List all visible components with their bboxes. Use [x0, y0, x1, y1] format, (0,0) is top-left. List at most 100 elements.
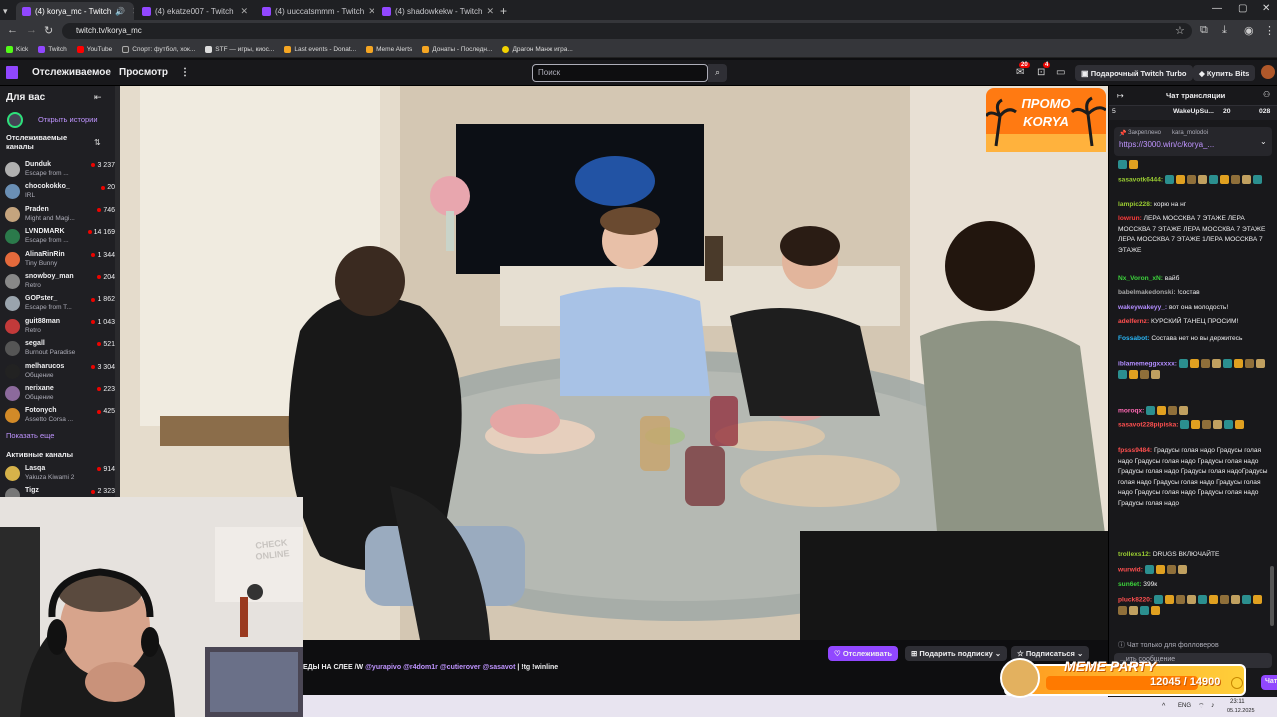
sidebar-active-channel-item[interactable]: Tigz 2 323: [5, 486, 115, 497]
chat-username[interactable]: Fossabot:: [1118, 335, 1150, 342]
chat-message[interactable]: sasavotk6444:: [1118, 175, 1268, 186]
buy-bits-button[interactable]: ◆ Купить Bits: [1193, 65, 1256, 81]
user-avatar[interactable]: [1261, 65, 1275, 79]
gift-turbo-button[interactable]: ▣ Подарочный Twitch Turbo: [1075, 65, 1193, 81]
bookmark-star-icon[interactable]: ☆: [1175, 24, 1185, 37]
open-stories-link[interactable]: Открыть истории: [38, 115, 98, 124]
close-icon[interactable]: ✕: [368, 6, 374, 17]
chat-username[interactable]: pluck8220:: [1118, 596, 1152, 603]
collapse-chat-icon[interactable]: ↦: [1117, 91, 1124, 100]
volume-icon[interactable]: ♪: [1211, 702, 1215, 709]
sidebar-channel-item[interactable]: Praden Might and Magi... 746: [5, 205, 115, 227]
bookmark-meme-alerts[interactable]: Meme Alerts: [366, 46, 412, 53]
bookmark-twitch[interactable]: Twitch: [38, 46, 67, 53]
chat-username[interactable]: sasavotk6444:: [1118, 176, 1163, 183]
mention-link[interactable]: @sasavot: [483, 664, 516, 671]
follow-button[interactable]: ♡ Отслеживать: [828, 646, 899, 661]
chat-username[interactable]: moroqx:: [1118, 407, 1144, 414]
back-icon[interactable]: ←: [7, 24, 18, 36]
bookmark-stf[interactable]: STF — игры, киос...: [205, 46, 274, 53]
chat-username[interactable]: lowrun:: [1118, 215, 1142, 222]
chat-message[interactable]: babelmakedonski: !состав: [1118, 288, 1268, 299]
close-icon[interactable]: ✕: [132, 6, 134, 17]
browser-tab[interactable]: (4) shadowkekw - Twitch ✕: [376, 2, 494, 20]
chat-message[interactable]: pluck8220:: [1118, 595, 1268, 617]
chat-message[interactable]: sasavot228pipiska:: [1118, 420, 1268, 431]
language-indicator[interactable]: ENG: [1178, 703, 1191, 709]
mention-link[interactable]: @yurapivo: [365, 664, 401, 671]
chat-username[interactable]: Nx_Voron_xN:: [1118, 275, 1163, 282]
chat-scrollbar[interactable]: [1270, 566, 1274, 626]
chat-message[interactable]: lampic228: корю на нг: [1118, 200, 1268, 211]
show-more-link[interactable]: Показать еще: [6, 431, 54, 440]
bookmark-dragon[interactable]: Драгон Манж игра...: [502, 46, 573, 53]
chat-message[interactable]: trollexs12: DRUGS ВКЛЮЧАЙТЕ: [1118, 550, 1268, 561]
browser-tab[interactable]: (4) uuccatsmmm - Twitch ✕: [256, 2, 374, 20]
chat-username[interactable]: trollexs12:: [1118, 551, 1151, 558]
chat-username[interactable]: lampic228:: [1118, 201, 1152, 208]
sidebar-channel-item[interactable]: chocokokko_ IRL 20: [5, 182, 115, 204]
nav-following[interactable]: Отслеживаемое: [32, 67, 111, 78]
bookmark-sport[interactable]: Спорт: футбол, хок...: [122, 46, 195, 53]
notifications-icon[interactable]: ✉: [1016, 67, 1024, 78]
maximize-icon[interactable]: ▢: [1238, 3, 1247, 14]
search-icon[interactable]: ⌕: [708, 64, 727, 82]
nav-browse[interactable]: Просмотр: [119, 67, 168, 78]
browser-tab[interactable]: (4) korya_mc - Twitch 🔊 ✕: [16, 2, 134, 20]
chat-message[interactable]: adelfernz: КУРСКИЙ ТАНЕЦ ПРОСИМ!: [1118, 317, 1268, 328]
nav-more-icon[interactable]: ⋮: [180, 67, 190, 78]
chat-message[interactable]: [1118, 160, 1268, 171]
inbox-icon[interactable]: ⊡: [1037, 67, 1045, 78]
chat-username[interactable]: adelfernz:: [1118, 318, 1149, 325]
sidebar-channel-item[interactable]: AlinaRinRin Tiny Bunny 1 344: [5, 250, 115, 272]
new-tab-button[interactable]: +: [494, 4, 513, 18]
menu-icon[interactable]: ⋮: [1264, 24, 1275, 37]
tray-chevron-icon[interactable]: ^: [1162, 703, 1165, 710]
search-input[interactable]: Поиск: [532, 64, 708, 82]
gift-sub-button[interactable]: ⊞ Подарить подписку ⌄: [905, 646, 1008, 661]
chat-message[interactable]: lowrun: ЛЕРА МОССКВА 7 ЭТАЖЕ ЛЕРА МОССКВ…: [1118, 214, 1268, 256]
stories-avatar[interactable]: [7, 112, 23, 128]
chat-message[interactable]: Nx_Voron_xN: вайб: [1118, 274, 1268, 285]
chat-message[interactable]: fpsss9484: Градусы голая надо Градусы го…: [1118, 446, 1268, 510]
browser-tab[interactable]: (4) ekatze007 - Twitch ✕: [136, 2, 254, 20]
sort-icon[interactable]: ⇅: [94, 138, 101, 147]
chat-username[interactable]: fpsss9484:: [1118, 447, 1152, 454]
bookmark-donations[interactable]: Донаты - Последн...: [422, 46, 492, 53]
chat-username[interactable]: wurwid:: [1118, 566, 1143, 573]
wifi-icon[interactable]: ⌔: [1198, 702, 1205, 711]
sidebar-channel-item[interactable]: snowboy_man Retro 204: [5, 272, 115, 294]
profile-icon[interactable]: ◉: [1244, 24, 1254, 37]
bookmark-youtube[interactable]: YouTube: [76, 46, 112, 53]
collapse-sidebar-icon[interactable]: ⇤: [94, 92, 102, 103]
download-icon[interactable]: ⤓: [1222, 24, 1227, 37]
sidebar-channel-item[interactable]: guit88man Retro 1 043: [5, 317, 115, 339]
reload-icon[interactable]: ↻: [44, 24, 53, 37]
bookmark-last-events[interactable]: Last events - Donat...: [284, 46, 356, 53]
chat-message[interactable]: wakeywakeyy_: вот она молодость!: [1118, 303, 1268, 314]
chevron-down-icon[interactable]: ⌄: [1260, 137, 1267, 146]
chat-username[interactable]: iblamemeggxxxxx:: [1118, 360, 1177, 367]
users-icon[interactable]: ⚇: [1263, 90, 1270, 99]
sidebar-channel-item[interactable]: Dunduk Escape from ... 3 237: [5, 160, 115, 182]
sidebar-channel-item[interactable]: melharucos Общение 3 304: [5, 362, 115, 384]
pinned-link[interactable]: https://3000.win/c/korya_...: [1119, 140, 1214, 149]
extensions-icon[interactable]: ⧉: [1200, 24, 1208, 37]
forward-icon[interactable]: →: [26, 24, 37, 36]
pinned-message[interactable]: 📌 Закреплено kara_molodoi https://3000.w…: [1114, 127, 1272, 156]
sidebar-channel-item[interactable]: LVNDMARK Escape from ... 14 169: [5, 227, 115, 249]
sidebar-channel-item[interactable]: nerixane Общение 223: [5, 384, 115, 406]
close-icon[interactable]: ✕: [486, 6, 494, 17]
sidebar-channel-item[interactable]: GOPster_ Escape from T... 1 862: [5, 294, 115, 316]
mention-link[interactable]: @cutierover: [440, 664, 481, 671]
chat-message[interactable]: sun6et: 399к: [1118, 580, 1268, 591]
chat-username[interactable]: sasavot228pipiska:: [1118, 421, 1178, 428]
tab-search-icon[interactable]: ▾: [0, 2, 14, 20]
chat-username[interactable]: wakeywakeyy_:: [1118, 304, 1167, 311]
twitch-logo-icon[interactable]: [6, 66, 18, 79]
chat-message[interactable]: Fossabot: Состава нет но вы держитесь: [1118, 334, 1268, 345]
whispers-icon[interactable]: ▭: [1056, 67, 1065, 78]
mention-link[interactable]: @r4dom1r: [403, 664, 438, 671]
chat-message[interactable]: wurwid:: [1118, 565, 1268, 576]
sidebar-active-channel-item[interactable]: Lasqa Yakuza Kiwami 2 914: [5, 464, 115, 486]
